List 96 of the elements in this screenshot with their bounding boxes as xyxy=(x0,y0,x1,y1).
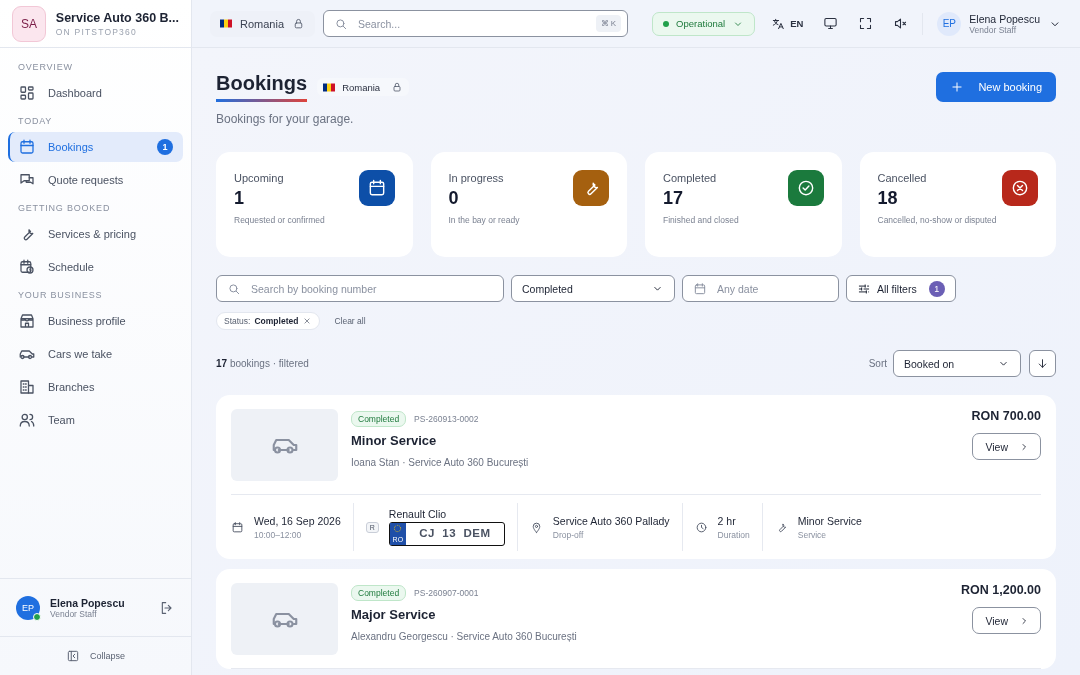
booking-price: RON 1,200.00 xyxy=(961,583,1041,597)
team-icon xyxy=(18,411,36,429)
clear-all-link[interactable]: Clear all xyxy=(334,316,366,326)
new-booking-button[interactable]: New booking xyxy=(936,72,1056,102)
keyboard-shortcut: ⌘ K xyxy=(595,15,622,32)
section-heading: TODAY xyxy=(18,116,54,126)
clock-icon xyxy=(694,520,708,534)
business-name: Service Auto 360 B... xyxy=(55,10,179,25)
calendar-clock-icon xyxy=(18,258,36,276)
sort-label: Sort xyxy=(868,358,887,369)
view-button[interactable]: View xyxy=(972,433,1041,460)
user-menu[interactable]: EP Elena Popescu Vendor Staff xyxy=(937,11,1062,36)
remove-icon xyxy=(302,316,313,326)
user-role: Vendor Staff xyxy=(50,608,97,619)
stat-caption: Finished and closed xyxy=(663,215,740,227)
plus-icon xyxy=(950,80,965,94)
booking-title: Minor Service xyxy=(351,433,438,448)
sidebar-item[interactable]: Cars we take xyxy=(8,339,183,369)
sidebar-item[interactable]: Bookings 1 xyxy=(8,132,183,162)
section-heading: OVERVIEW xyxy=(18,62,74,72)
speaker-muted-icon[interactable] xyxy=(893,16,909,31)
page-title: Bookings xyxy=(216,72,308,102)
sort-direction-button[interactable] xyxy=(1029,350,1056,377)
car-model: Renault Clio xyxy=(388,508,448,520)
flag-icon xyxy=(220,19,232,28)
sidebar-item[interactable]: Schedule xyxy=(8,252,183,282)
stat-label: Upcoming xyxy=(234,172,285,184)
stat-value: 1 xyxy=(234,188,245,209)
calendar-icon xyxy=(231,520,244,534)
calendar-icon xyxy=(18,138,36,156)
sidebar-item[interactable]: Team xyxy=(8,405,183,435)
search-icon xyxy=(227,281,241,296)
collapse-button[interactable]: Collapse xyxy=(0,636,191,675)
count-badge: 1 xyxy=(928,280,945,297)
booking-subtitle: Ioana Stan · Service Auto 360 București xyxy=(351,457,530,468)
stat-value: 0 xyxy=(448,188,460,209)
status-badge: Completed xyxy=(351,585,407,601)
booking-number: PS-260907-0001 xyxy=(414,588,479,598)
duration-value: 2 hr xyxy=(717,514,737,527)
branch-caption: Drop-off xyxy=(552,529,585,540)
sliders-icon xyxy=(857,281,871,296)
branch-name: Service Auto 360 Pallady xyxy=(552,514,670,527)
arrow-down-icon xyxy=(1036,357,1049,370)
user-avatar: EP xyxy=(16,595,40,620)
search-icon xyxy=(334,16,349,31)
sidebar-item[interactable]: Services & pricing xyxy=(8,219,183,249)
fullscreen-icon[interactable] xyxy=(858,16,874,31)
booking-title: Major Service xyxy=(351,607,437,622)
view-button[interactable]: View xyxy=(972,607,1041,634)
translate-icon xyxy=(771,16,786,31)
flag-icon xyxy=(323,82,336,92)
language-button[interactable]: EN xyxy=(771,16,804,31)
dashboard-icon xyxy=(18,84,36,102)
sidebar-item[interactable]: Dashboard xyxy=(8,78,183,108)
collapse-icon xyxy=(66,649,80,663)
page-subtitle: Bookings for your garage. xyxy=(216,112,355,126)
stat-label: Cancelled xyxy=(877,172,928,184)
stat-value: 18 xyxy=(877,188,899,209)
building-icon xyxy=(18,378,36,396)
stat-label: Completed xyxy=(663,172,718,184)
status-select[interactable]: Completed xyxy=(511,275,675,302)
stat-value: 17 xyxy=(663,188,685,209)
store-icon xyxy=(18,312,36,330)
booking-time: 10:00–12:00 xyxy=(254,529,303,540)
brand-logo: SA xyxy=(12,5,46,42)
booking-subtitle: Alexandru Georgescu · Service Auto 360 București xyxy=(351,631,578,642)
region-tag: Romania xyxy=(317,78,410,96)
duration-caption: Duration xyxy=(717,529,750,540)
all-filters-button[interactable]: All filters 1 xyxy=(846,275,956,302)
stat-caption: In the bay or ready xyxy=(448,215,521,227)
sidebar-item[interactable]: Quote requests xyxy=(8,165,183,195)
brand-subtitle: ON PITSTOP360 xyxy=(55,26,138,37)
sidebar-item[interactable]: Business profile xyxy=(8,306,183,336)
count-badge: 1 xyxy=(157,139,173,155)
status-badge: Completed xyxy=(351,411,407,427)
section-heading: YOUR BUSINESS xyxy=(18,290,104,300)
section-heading: GETTING BOOKED xyxy=(18,203,112,213)
user-name: Elena Popescu xyxy=(50,596,125,609)
sidebar-item[interactable]: Branches xyxy=(8,372,183,402)
calendar-icon xyxy=(693,281,707,296)
service-name: Minor Service xyxy=(797,514,862,527)
service-caption: Service xyxy=(797,529,828,540)
search-field[interactable]: Search... ⌘ K xyxy=(323,10,629,37)
sort-select[interactable]: Booked on xyxy=(893,350,1021,377)
x-circle-icon xyxy=(1010,178,1030,198)
stat-caption: Cancelled, no-show or disputed xyxy=(877,215,998,227)
booking-date: Wed, 16 Sep 2026 xyxy=(254,514,341,527)
booking-price: RON 700.00 xyxy=(971,409,1041,423)
stat-label: In progress xyxy=(448,172,505,184)
stat-caption: Requested or confirmed xyxy=(234,215,326,227)
eu-stars-icon xyxy=(393,524,403,534)
results-count: 17 bookings · filtered xyxy=(216,358,309,369)
filter-chip[interactable]: Status: Completed xyxy=(216,312,321,330)
monitor-icon[interactable] xyxy=(823,16,839,31)
booking-number: PS-260913-0002 xyxy=(414,414,479,424)
status-dropdown[interactable]: Operational xyxy=(652,11,756,36)
